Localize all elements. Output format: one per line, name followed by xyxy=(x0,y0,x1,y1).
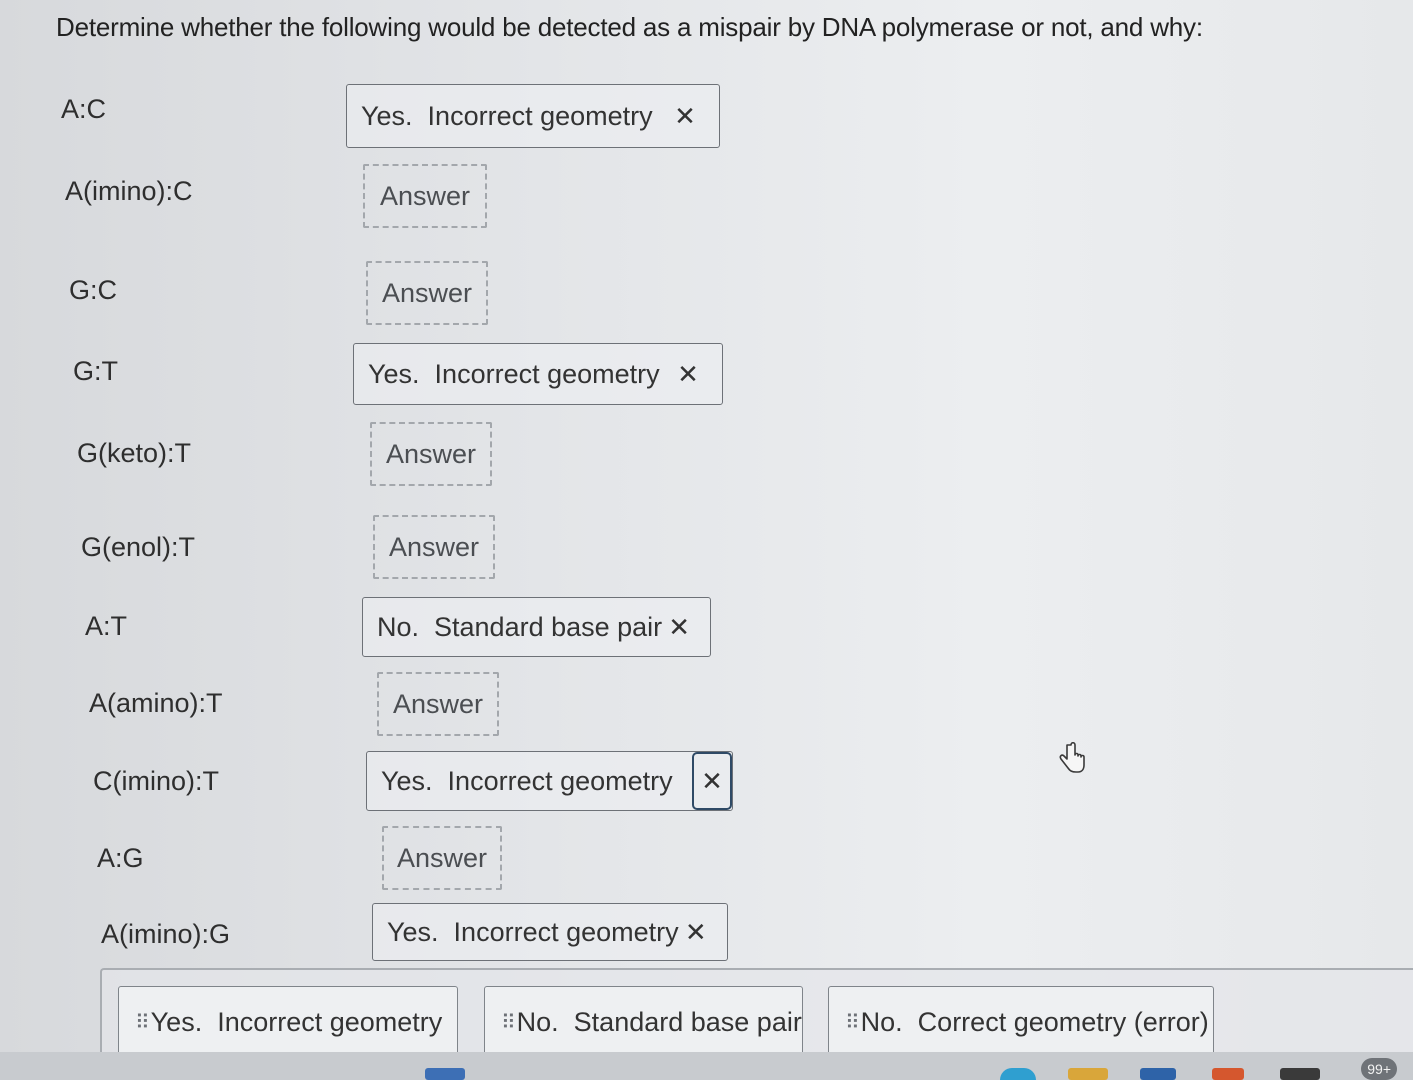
taskbar xyxy=(0,1052,1413,1080)
answer-chip-label: Yes. Incorrect geometry xyxy=(150,1006,443,1037)
drop-zone-g-c[interactable]: Answer xyxy=(366,261,488,325)
taskbar-app-icon[interactable] xyxy=(425,1068,465,1080)
row-label-a-imino-c: A(imino):C xyxy=(65,176,193,206)
taskbar-app-icon[interactable] xyxy=(1000,1068,1036,1080)
answer-chip-label: No. Standard base pair xyxy=(516,1006,802,1037)
drop-zone-answer: Yes. Incorrect geometry xyxy=(387,916,679,947)
taskbar-app-icon[interactable] xyxy=(1140,1068,1176,1080)
grip-icon: ⠿ xyxy=(845,1011,860,1034)
taskbar-app-icon[interactable] xyxy=(1280,1068,1320,1080)
drop-zone-placeholder: Answer xyxy=(388,531,480,562)
drop-zone-a-g[interactable]: Answer xyxy=(382,826,502,890)
drop-zone-c-imino-t[interactable]: Yes. Incorrect geometry ✕ xyxy=(366,751,733,811)
answer-chip-label: No. Correct geometry (error) xyxy=(860,1006,1209,1037)
answer-chip-no-standard-base-pair[interactable]: ⠿ No. Standard base pair xyxy=(484,986,803,1058)
drop-zone-placeholder: Answer xyxy=(396,842,488,873)
row-label-c-imino-t: C(imino):T xyxy=(93,766,219,796)
taskbar-app-icon[interactable] xyxy=(1068,1068,1108,1080)
drop-zone-answer: Yes. Incorrect geometry xyxy=(361,100,653,131)
answer-chip-no-correct-geometry-error[interactable]: ⠿ No. Correct geometry (error) xyxy=(828,986,1214,1058)
drop-zone-answer: No. Standard base pair xyxy=(377,611,663,642)
answer-chip-yes-incorrect-geometry[interactable]: ⠿ Yes. Incorrect geometry xyxy=(118,986,458,1058)
taskbar-app-icon[interactable] xyxy=(1212,1068,1244,1080)
drop-zone-g-enol-t[interactable]: Answer xyxy=(373,515,495,579)
notification-badge[interactable]: 99+ xyxy=(1361,1058,1397,1080)
drop-zone-a-t[interactable]: No. Standard base pair ✕ xyxy=(362,597,711,657)
row-label-g-keto-t: G(keto):T xyxy=(77,438,192,468)
close-icon[interactable]: ✕ xyxy=(665,101,705,132)
close-icon[interactable]: ✕ xyxy=(668,359,708,390)
hand-pointer-icon xyxy=(1059,742,1085,773)
row-label-a-c: A:C xyxy=(61,94,107,124)
row-label-a-g: A:G xyxy=(97,843,144,873)
drop-zone-placeholder: Answer xyxy=(392,688,484,719)
drop-zone-placeholder: Answer xyxy=(385,438,477,469)
drop-zone-placeholder: Answer xyxy=(379,180,471,211)
grip-icon: ⠿ xyxy=(501,1011,516,1034)
row-label-g-t: G:T xyxy=(73,356,118,386)
question-text: Determine whether the following would be… xyxy=(56,12,1203,42)
drop-zone-a-imino-g[interactable]: Yes. Incorrect geometry ✕ xyxy=(372,903,728,961)
close-icon[interactable]: ✕ xyxy=(692,752,732,810)
drop-zone-g-keto-t[interactable]: Answer xyxy=(370,422,492,486)
row-label-g-c: G:C xyxy=(69,275,118,305)
drop-zone-a-c[interactable]: Yes. Incorrect geometry ✕ xyxy=(346,84,720,148)
drop-zone-g-t[interactable]: Yes. Incorrect geometry ✕ xyxy=(353,343,723,405)
drop-zone-a-imino-c[interactable]: Answer xyxy=(363,164,487,228)
drop-zone-answer: Yes. Incorrect geometry xyxy=(381,765,673,796)
grip-icon: ⠿ xyxy=(135,1011,150,1034)
close-icon[interactable]: ✕ xyxy=(679,917,713,948)
drop-zone-answer: Yes. Incorrect geometry xyxy=(368,358,660,389)
row-label-a-t: A:T xyxy=(85,611,128,641)
drop-zone-placeholder: Answer xyxy=(381,277,473,308)
row-label-g-enol-t: G(enol):T xyxy=(81,532,196,562)
row-label-a-imino-g: A(imino):G xyxy=(101,919,231,949)
drop-zone-a-amino-t[interactable]: Answer xyxy=(377,672,499,736)
close-icon[interactable]: ✕ xyxy=(662,612,696,643)
row-label-a-amino-t: A(amino):T xyxy=(89,688,223,718)
